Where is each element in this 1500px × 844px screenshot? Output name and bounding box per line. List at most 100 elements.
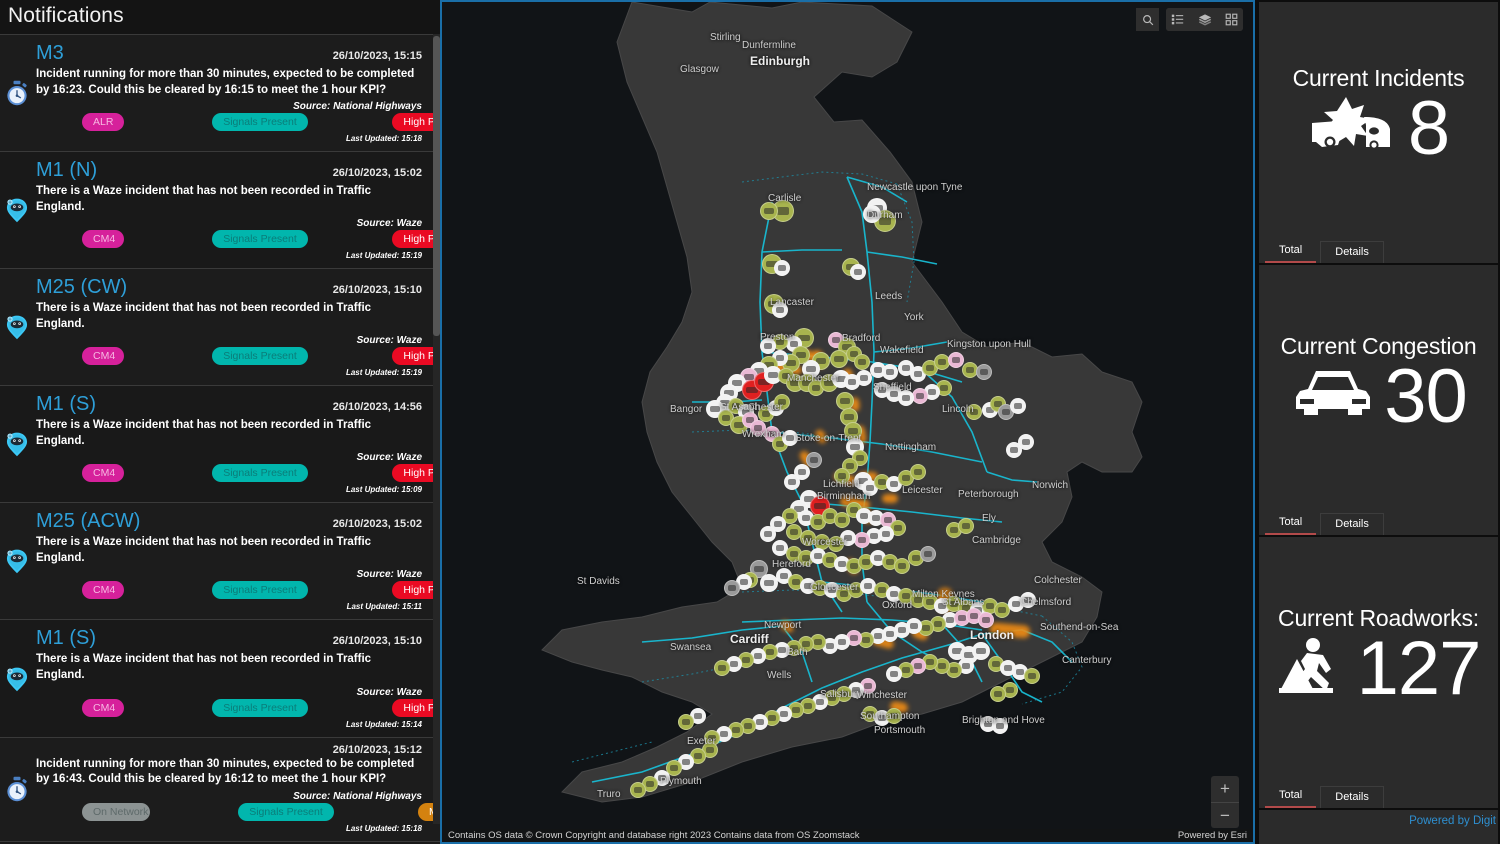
incident-cluster-marker[interactable] <box>990 686 1006 702</box>
incident-cluster-marker[interactable] <box>786 524 802 540</box>
notification-item[interactable]: M1 (S)26/10/2023, 14:56There is a Waze i… <box>0 385 440 502</box>
incident-cluster-marker[interactable] <box>863 205 881 223</box>
incident-cluster-marker[interactable] <box>782 430 798 446</box>
notification-header: M1 (N)26/10/2023, 15:02 <box>36 158 422 183</box>
incident-cluster-marker[interactable] <box>976 364 992 380</box>
stat-tabs[interactable]: Total Details <box>1259 239 1498 263</box>
incident-cluster-marker[interactable] <box>1010 398 1026 414</box>
incident-cluster-marker[interactable] <box>1024 668 1040 684</box>
incident-cluster-marker[interactable] <box>886 708 902 724</box>
tab-total[interactable]: Total <box>1265 240 1316 263</box>
zoom-controls[interactable]: + − <box>1211 776 1239 828</box>
incident-cluster-marker[interactable] <box>854 354 870 370</box>
tab-total[interactable]: Total <box>1265 785 1316 808</box>
incident-cluster-marker[interactable] <box>630 782 646 798</box>
incident-cluster-marker[interactable] <box>830 350 848 368</box>
notification-road[interactable]: M1 (N) <box>36 158 97 183</box>
incident-cluster-marker[interactable] <box>724 580 740 596</box>
incident-cluster-marker[interactable] <box>760 202 778 220</box>
badge-signals[interactable]: Signals Present <box>238 803 334 821</box>
notification-item[interactable]: A6626/10/2023, 13:57 <box>0 841 440 844</box>
notifications-scroll-thumb[interactable] <box>433 36 440 336</box>
waze-pin-icon <box>3 665 31 693</box>
incident-cluster-marker[interactable] <box>966 404 982 420</box>
notification-item[interactable]: 26/10/2023, 15:12Incident running for mo… <box>0 737 440 841</box>
incident-cluster-marker[interactable] <box>886 666 902 682</box>
notification-item[interactable]: M1 (S)26/10/2023, 15:10There is a Waze i… <box>0 619 440 736</box>
notification-item[interactable]: M326/10/2023, 15:15Incident running for … <box>0 34 440 151</box>
incident-cluster-marker[interactable] <box>772 302 788 318</box>
incident-cluster-marker[interactable] <box>834 468 850 484</box>
badge-tag[interactable]: CM4 <box>82 230 124 248</box>
stat-tabs[interactable]: Total Details <box>1259 784 1498 808</box>
notification-item[interactable]: M25 (CW)26/10/2023, 15:10There is a Waze… <box>0 268 440 385</box>
zoom-in-button[interactable]: + <box>1211 776 1239 802</box>
stat-tabs[interactable]: Total Details <box>1259 511 1498 535</box>
badge-signals[interactable]: Signals Present <box>212 230 308 248</box>
basemap-gallery-icon[interactable] <box>1220 8 1243 31</box>
incident-cluster-marker[interactable] <box>784 474 800 490</box>
badge-signals[interactable]: Signals Present <box>212 699 308 717</box>
search-icon[interactable] <box>1136 8 1159 31</box>
incident-cluster-marker[interactable] <box>920 546 936 562</box>
badge-signals[interactable]: Signals Present <box>212 113 308 131</box>
incident-cluster-marker[interactable] <box>958 518 974 534</box>
badge-tag[interactable]: CM4 <box>82 699 124 717</box>
notification-item[interactable]: M1 (N)26/10/2023, 15:02There is a Waze i… <box>0 151 440 268</box>
map-toolbar[interactable] <box>1136 8 1243 31</box>
map-widget-group[interactable] <box>1166 8 1243 31</box>
panel-title: Notifications <box>0 0 440 34</box>
incident-cluster-marker[interactable] <box>850 264 866 280</box>
badge-tag[interactable]: On Network <box>82 803 150 821</box>
layers-icon[interactable] <box>1193 8 1216 31</box>
notification-road[interactable]: M3 <box>36 41 64 66</box>
tab-details[interactable]: Details <box>1320 241 1384 263</box>
zoom-out-button[interactable]: − <box>1211 802 1239 828</box>
notification-timestamp: 26/10/2023, 15:10 <box>333 635 422 647</box>
badge-signals[interactable]: Signals Present <box>212 581 308 599</box>
incident-cluster-marker[interactable] <box>992 718 1008 734</box>
incident-cluster-marker[interactable] <box>774 260 790 276</box>
notification-source: Source: Waze <box>36 569 422 580</box>
incident-cluster-marker[interactable] <box>972 642 990 660</box>
incident-cluster-marker[interactable] <box>828 536 844 552</box>
map-canvas[interactable]: StirlingDunfermlineEdinburghGlasgowCarli… <box>442 2 1253 842</box>
stat-value: 8 <box>1408 94 1449 164</box>
incident-cluster-marker[interactable] <box>874 382 890 398</box>
map-view[interactable]: StirlingDunfermlineEdinburghGlasgowCarli… <box>440 0 1255 844</box>
incident-cluster-marker[interactable] <box>774 394 790 410</box>
incident-cluster-marker[interactable] <box>912 388 928 404</box>
incident-cluster-marker[interactable] <box>760 526 776 542</box>
badge-signals[interactable]: Signals Present <box>212 347 308 365</box>
notification-road[interactable]: M25 (CW) <box>36 275 127 300</box>
badge-signals[interactable]: Signals Present <box>212 464 308 482</box>
incident-cluster-marker[interactable] <box>882 364 898 380</box>
badge-tag[interactable]: CM4 <box>82 347 124 365</box>
legend-icon[interactable] <box>1166 8 1189 31</box>
stat-card-roadworks: Current Roadworks: 127 Total Detai <box>1259 537 1498 808</box>
incident-cluster-marker[interactable] <box>714 660 730 676</box>
notification-road[interactable]: M25 (ACW) <box>36 509 140 534</box>
tab-total[interactable]: Total <box>1265 512 1316 535</box>
incident-cluster-marker[interactable] <box>806 452 822 468</box>
tab-details[interactable]: Details <box>1320 513 1384 535</box>
incident-cluster-marker[interactable] <box>978 612 994 628</box>
incident-cluster-marker[interactable] <box>1020 592 1036 608</box>
incident-cluster-marker[interactable] <box>678 714 694 730</box>
collision-icon <box>1308 95 1400 164</box>
notifications-list[interactable]: M326/10/2023, 15:15Incident running for … <box>0 34 440 844</box>
incident-cluster-marker[interactable] <box>910 464 926 480</box>
badge-tag[interactable]: CM4 <box>82 581 124 599</box>
notification-item[interactable]: M25 (ACW)26/10/2023, 15:02There is a Waz… <box>0 502 440 619</box>
incident-cluster-marker[interactable] <box>1018 434 1034 450</box>
incident-cluster-marker[interactable] <box>800 530 816 546</box>
badge-tag[interactable]: ALR <box>82 113 124 131</box>
notification-road[interactable]: M1 (S) <box>36 626 96 651</box>
incident-cluster-marker[interactable] <box>948 352 964 368</box>
stats-panel: Current Incidents 8 <box>1255 0 1500 844</box>
incident-cluster-marker[interactable] <box>854 532 870 548</box>
notification-road[interactable]: M1 (S) <box>36 392 96 417</box>
badge-tag[interactable]: CM4 <box>82 464 124 482</box>
incident-cluster-marker[interactable] <box>836 392 854 410</box>
tab-details[interactable]: Details <box>1320 786 1384 808</box>
